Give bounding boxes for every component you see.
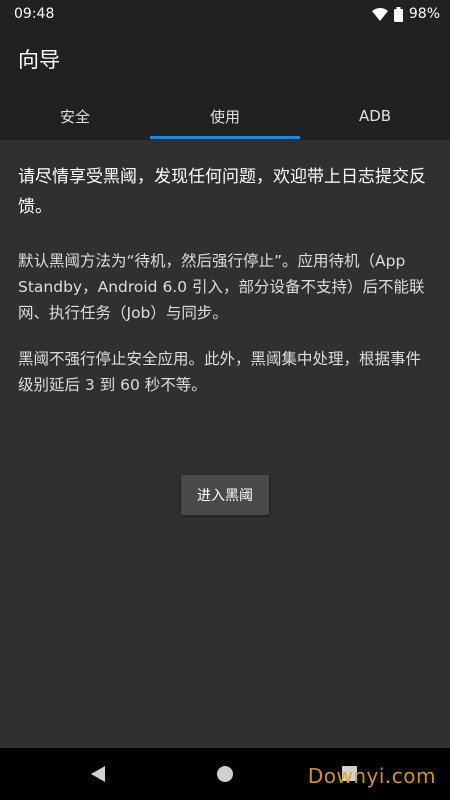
method-paragraph: 默认黑阈方法为“待机，然后强行停止”。应用待机（App Standby，Andr…	[18, 252, 425, 322]
tab-bar: 安全 使用 ADB	[0, 92, 450, 140]
enter-button[interactable]: 进入黑阈	[181, 475, 269, 515]
policy-paragraph: 黑阈不强行停止安全应用。此外，黑阈集中处理，根据事件级别延后 3 到 60 秒不…	[18, 350, 422, 394]
tab-security[interactable]: 安全	[0, 92, 150, 140]
tab-adb[interactable]: ADB	[300, 92, 450, 140]
battery-percent: 98%	[408, 6, 440, 22]
lead-paragraph: 请尽情享受黑阈，发现任何问题，欢迎带上日志提交反馈。	[18, 167, 426, 217]
status-icons: 98%	[371, 6, 440, 22]
app-bar: 向导 安全 使用 ADB	[0, 28, 450, 140]
back-icon[interactable]	[90, 765, 106, 783]
page-title: 向导	[18, 48, 60, 72]
watermark-text: Downyi.com	[307, 764, 436, 788]
wifi-icon	[371, 7, 388, 21]
home-icon[interactable]	[217, 766, 233, 782]
battery-icon	[393, 6, 403, 22]
tab-usage[interactable]: 使用	[150, 92, 300, 140]
status-time: 09:48	[14, 6, 55, 22]
status-bar: 09:48 98%	[0, 0, 450, 28]
